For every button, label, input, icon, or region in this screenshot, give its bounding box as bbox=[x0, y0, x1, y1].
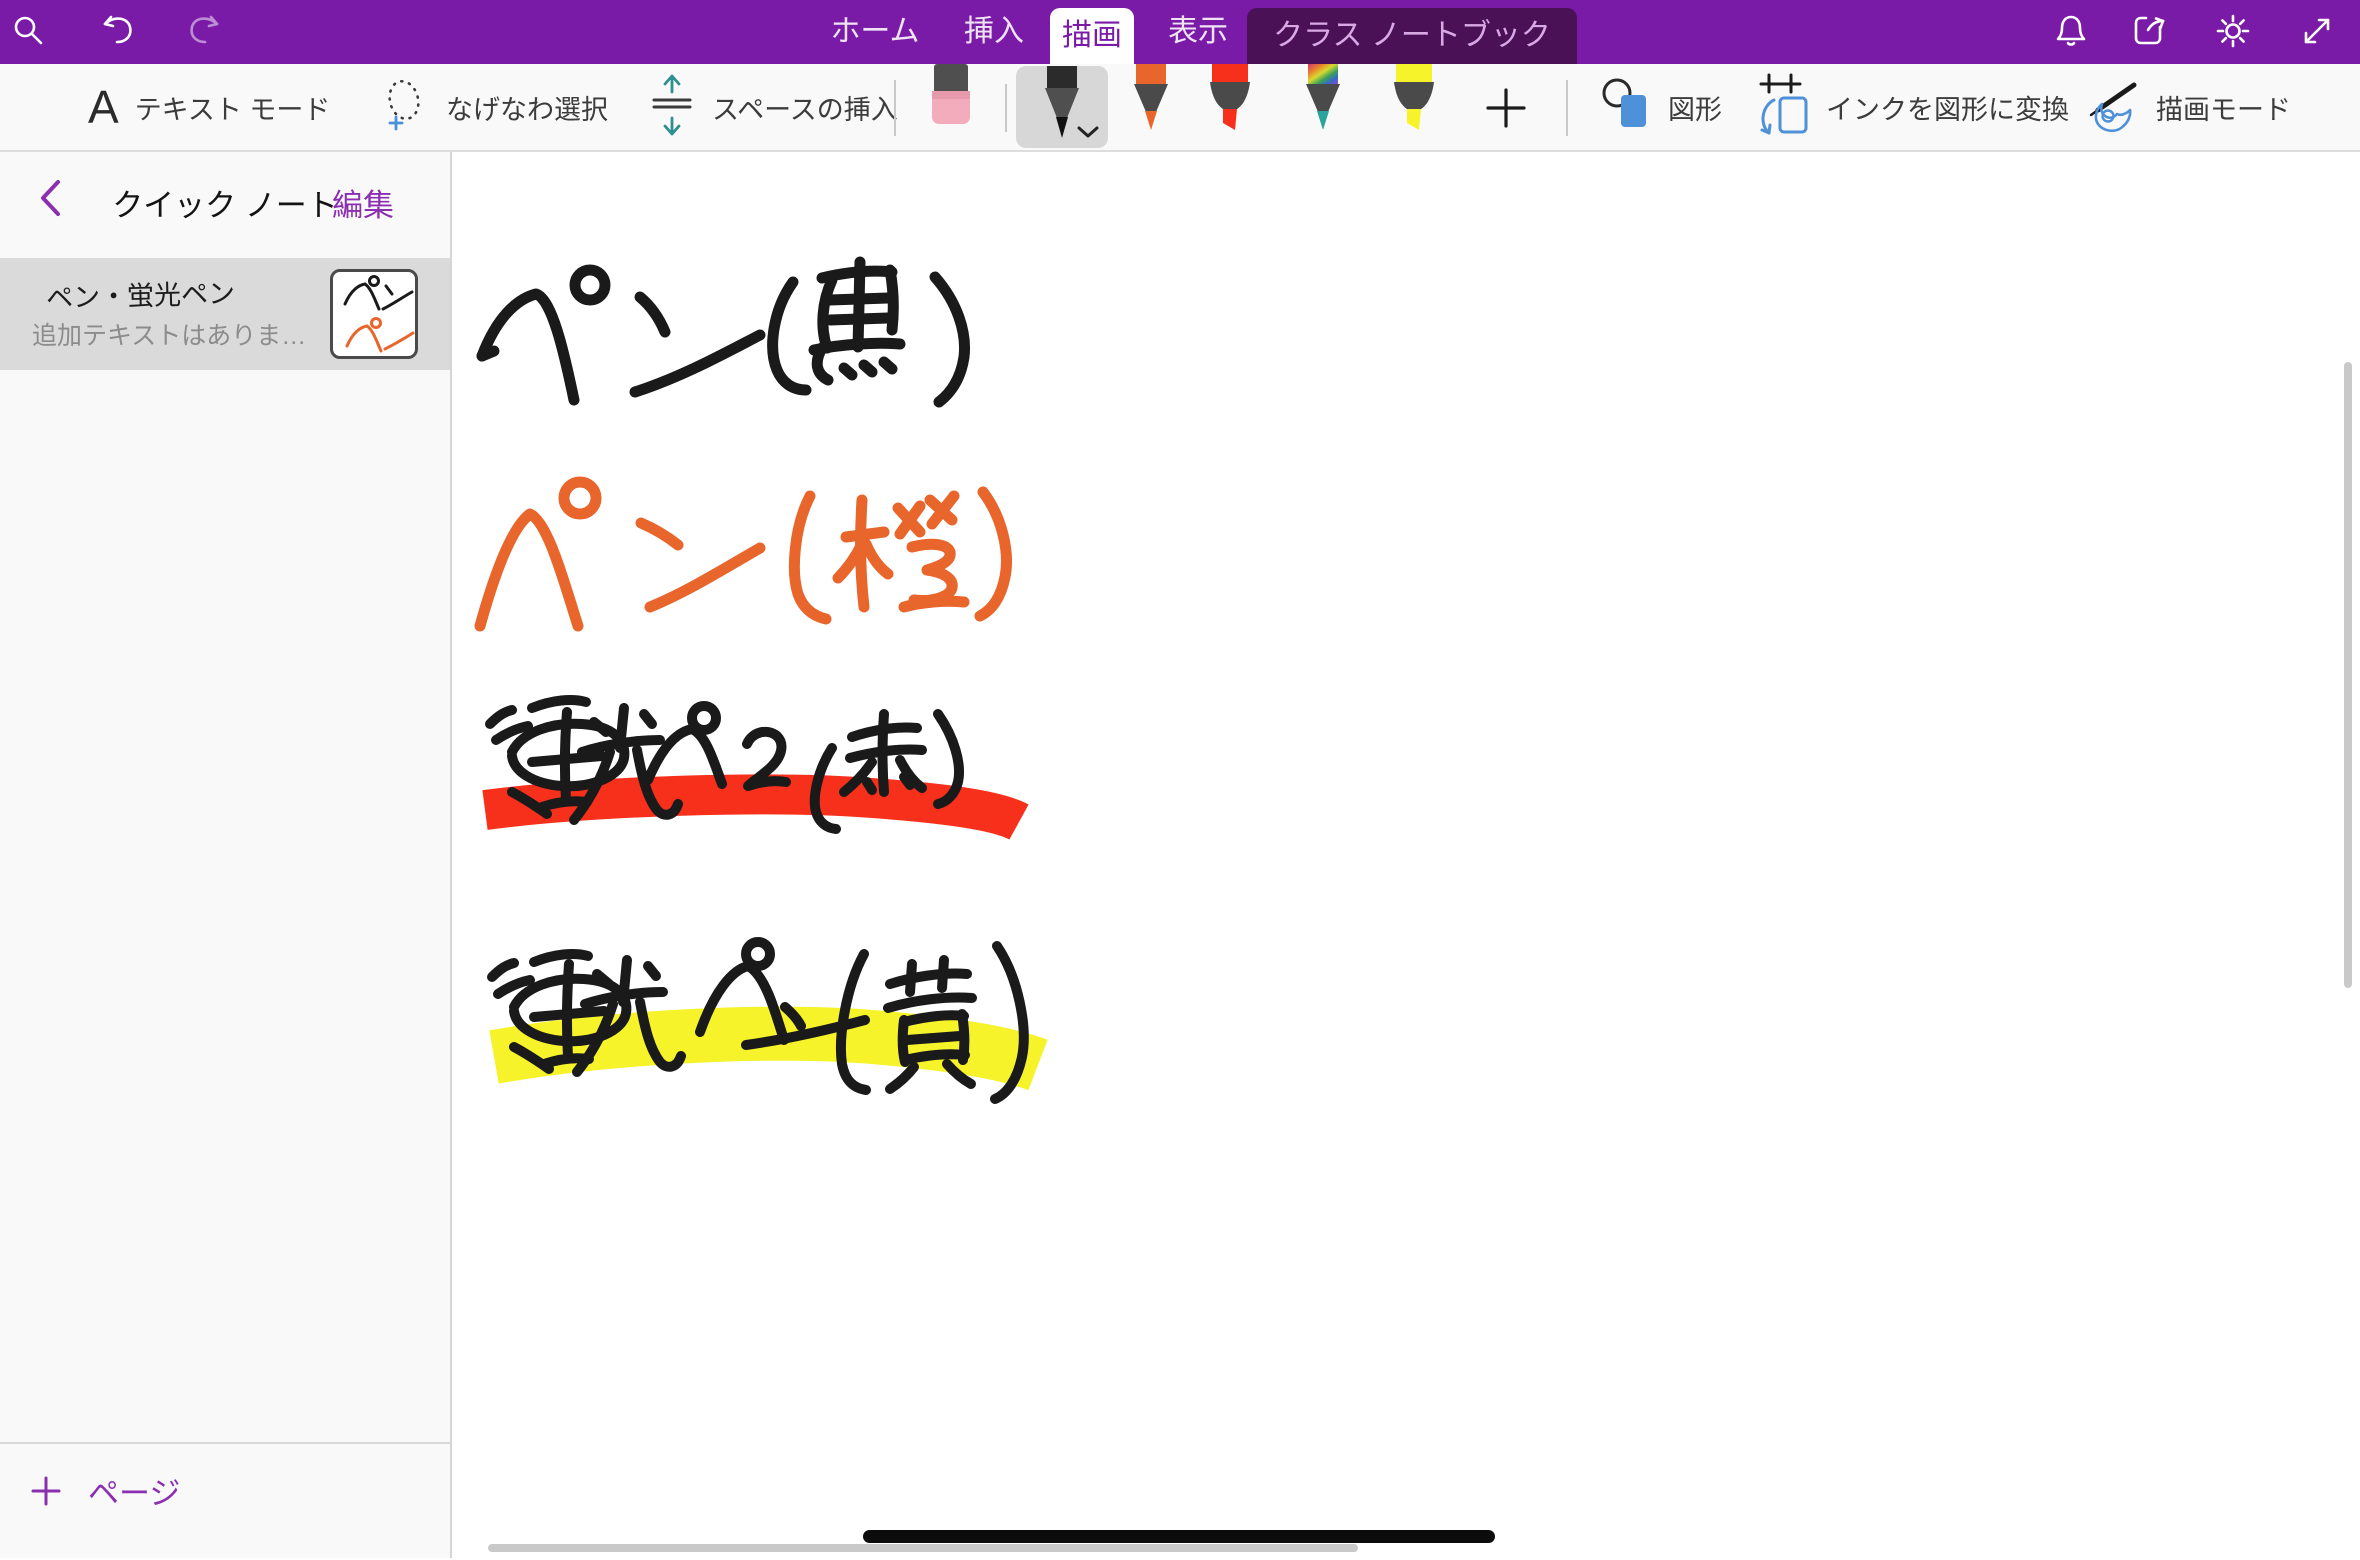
bell-icon[interactable] bbox=[2052, 12, 2090, 50]
expand-icon[interactable] bbox=[2298, 12, 2336, 50]
sidebar-footer: ページ bbox=[0, 1442, 450, 1560]
redo-icon[interactable] bbox=[184, 12, 222, 50]
plus-icon bbox=[30, 1475, 62, 1507]
page-list-sidebar: クイック ノート 編集 ペン・蛍光ペン 追加テキストはありま… bbox=[0, 152, 452, 1558]
ink-to-shape-button[interactable]: インクを図形に変換 bbox=[1756, 64, 2069, 150]
yellow-highlighter-tool[interactable] bbox=[1388, 64, 1440, 134]
shapes-label: 図形 bbox=[1668, 88, 1722, 127]
orange-pen-tool[interactable] bbox=[1126, 64, 1176, 134]
text-mode-button[interactable]: A テキスト モード bbox=[88, 64, 330, 150]
tab-home[interactable]: ホーム bbox=[820, 0, 930, 64]
ribbon-divider bbox=[894, 80, 896, 136]
insert-space-label: スペースの挿入 bbox=[712, 88, 898, 127]
gear-icon[interactable] bbox=[2214, 12, 2252, 50]
chevron-down-icon[interactable] bbox=[1076, 125, 1100, 144]
ribbon-divider bbox=[1005, 84, 1007, 132]
ribbon-divider bbox=[1566, 80, 1568, 136]
shapes-icon bbox=[1600, 76, 1652, 139]
tab-class-notebook[interactable]: クラス ノートブック bbox=[1247, 8, 1577, 64]
share-icon[interactable] bbox=[2132, 12, 2170, 50]
insert-space-button[interactable]: スペースの挿入 bbox=[648, 64, 898, 150]
page-list-item-selected[interactable]: ペン・蛍光ペン 追加テキストはありま… bbox=[0, 258, 450, 370]
top-app-bar: ホーム 挿入 描画 表示 クラス ノートブック bbox=[0, 0, 2360, 64]
page-title-handwritten: ペン・蛍光ペン bbox=[46, 272, 236, 316]
page-subtitle: 追加テキストはありま… bbox=[32, 316, 306, 352]
text-mode-icon: A bbox=[88, 84, 119, 130]
home-indicator[interactable] bbox=[863, 1530, 1495, 1543]
red-highlighter-tool[interactable] bbox=[1204, 64, 1256, 134]
add-pen-button[interactable] bbox=[1484, 86, 1528, 130]
ink-to-shape-label: インクを図形に変換 bbox=[1826, 88, 2069, 127]
undo-icon[interactable] bbox=[100, 12, 138, 50]
note-drawing-canvas[interactable]: ペン(黒) ペン(橙) 蛍光ペン(赤) 蛍光ペン(黄) bbox=[452, 152, 2360, 1558]
draw-mode-label: 描画モード bbox=[2156, 88, 2291, 127]
rainbow-pen-tool[interactable] bbox=[1298, 64, 1348, 134]
vertical-scrollbar[interactable] bbox=[2344, 362, 2352, 988]
horizontal-scrollbar[interactable] bbox=[488, 1544, 1358, 1552]
tab-view[interactable]: 表示 bbox=[1152, 0, 1244, 64]
ink-to-shape-icon bbox=[1756, 72, 1810, 143]
tab-draw[interactable]: 描画 bbox=[1050, 8, 1134, 64]
black-pen-tool-selected[interactable] bbox=[1016, 66, 1108, 148]
page-thumbnail bbox=[330, 269, 418, 359]
lasso-icon bbox=[380, 76, 430, 139]
lasso-select-button[interactable]: なげなわ選択 bbox=[380, 64, 608, 150]
edit-button[interactable]: 編集 bbox=[332, 180, 394, 225]
ink-strokes bbox=[452, 152, 2360, 1558]
shapes-button[interactable]: 図形 bbox=[1600, 64, 1722, 150]
search-icon[interactable] bbox=[10, 12, 48, 50]
draw-mode-icon bbox=[2086, 76, 2140, 139]
add-page-label: ページ bbox=[88, 1468, 180, 1513]
eraser-tool[interactable] bbox=[930, 64, 972, 126]
draw-ribbon: A テキスト モード なげなわ選択 スペースの挿入 bbox=[0, 64, 2360, 152]
insert-space-icon bbox=[648, 73, 696, 142]
add-page-button[interactable]: ページ bbox=[30, 1468, 180, 1513]
text-mode-label: テキスト モード bbox=[135, 88, 331, 127]
tab-insert[interactable]: 挿入 bbox=[948, 0, 1040, 64]
lasso-select-label: なげなわ選択 bbox=[446, 88, 608, 127]
draw-mode-button[interactable]: 描画モード bbox=[2086, 64, 2291, 150]
